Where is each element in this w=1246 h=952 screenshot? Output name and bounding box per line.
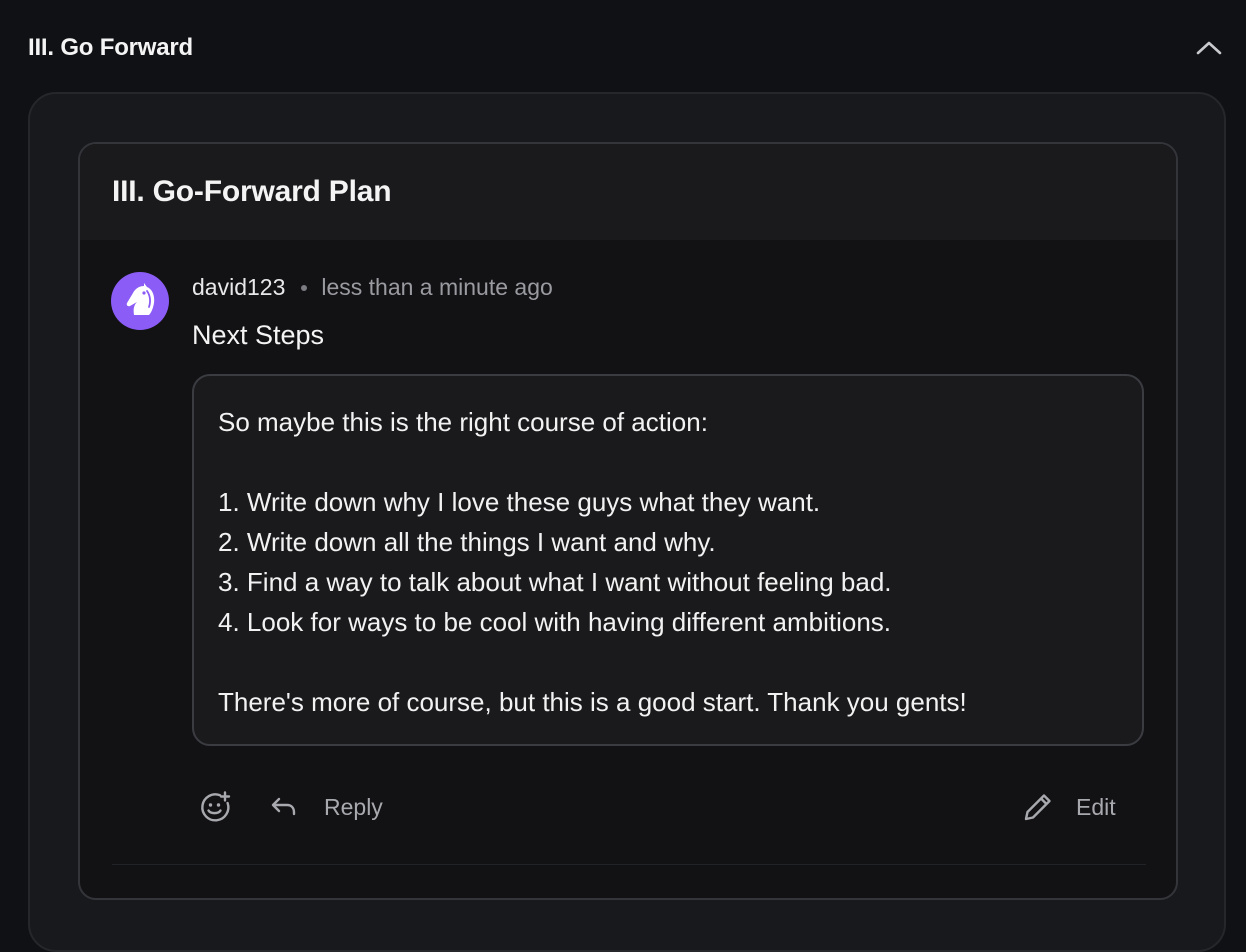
- comment-timestamp: less than a minute ago: [321, 274, 553, 300]
- section-header: III. Go Forward: [28, 30, 1222, 66]
- reply-button[interactable]: Reply: [270, 784, 383, 830]
- reply-arrow-icon: [271, 797, 296, 816]
- edit-label: Edit: [1076, 793, 1116, 820]
- comment-body-line: [218, 442, 1118, 482]
- add-reaction-button[interactable]: [198, 784, 232, 830]
- comment-body-line: So maybe this is the right course of act…: [218, 407, 708, 437]
- chevron-up-icon: [1196, 41, 1222, 55]
- pencil-icon: [1024, 794, 1051, 821]
- section-title: III. Go Forward: [28, 34, 194, 61]
- edit-button[interactable]: Edit: [1022, 784, 1116, 830]
- comment-author[interactable]: david123: [192, 274, 285, 301]
- comment-title: Next Steps: [192, 320, 325, 350]
- comment-thread-card: III. Go-Forward Plan david123 less than …: [78, 142, 1178, 900]
- comment-body-line: [218, 642, 1118, 682]
- comment-meta: david123 less than a minute ago: [192, 274, 553, 301]
- collapse-button[interactable]: [1194, 33, 1224, 63]
- separator-dot: [301, 284, 308, 291]
- avatar[interactable]: [111, 272, 169, 330]
- comment-body-line: 4. Look for ways to be cool with having …: [218, 607, 892, 637]
- horse-head-icon: [126, 283, 155, 315]
- card-title: III. Go-Forward Plan: [112, 175, 392, 208]
- card-header: III. Go-Forward Plan: [80, 144, 1176, 240]
- comment-body-line: 1. Write down why I love these guys what…: [218, 487, 821, 517]
- reply-label: Reply: [324, 793, 383, 820]
- comment-body-line: 2. Write down all the things I want and …: [218, 527, 716, 557]
- divider: [112, 864, 1146, 865]
- smile-plus-icon: [201, 791, 231, 822]
- comment-body-line: There's more of course, but this is a go…: [218, 687, 967, 717]
- comment-body-line: 3. Find a way to talk about what I want …: [218, 567, 892, 597]
- comment-actions: Reply Edit: [192, 784, 1144, 830]
- comment-body: So maybe this is the right course of act…: [192, 374, 1144, 746]
